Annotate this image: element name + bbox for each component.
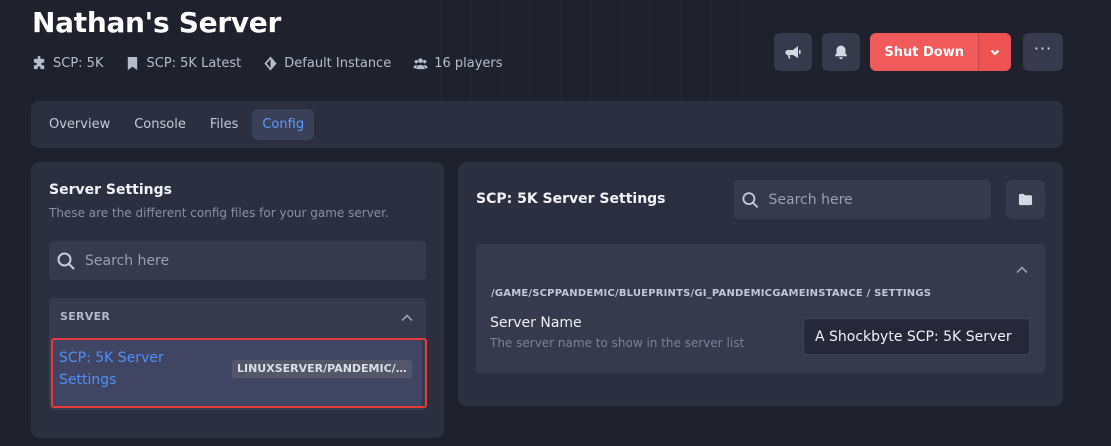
megaphone-icon [785, 46, 801, 59]
meta-game-label: SCP: 5K [53, 56, 104, 71]
bookmark-icon [128, 56, 138, 71]
server-title: Nathan's Server [32, 6, 281, 39]
server-name-input[interactable] [803, 318, 1030, 355]
config-group-server: SERVER SCP: 5K Server Settings LINUXSERV… [49, 298, 426, 410]
shutdown-dropdown-button[interactable] [978, 33, 1011, 71]
background-decoration [440, 0, 760, 100]
config-file-item[interactable]: SCP: 5K Server Settings LINUXSERVER/PAND… [53, 338, 422, 406]
config-file-label: SCP: 5K Server Settings [59, 350, 164, 388]
diamond-icon [264, 56, 277, 71]
folder-icon [1018, 193, 1033, 206]
group-header: SERVER [60, 310, 111, 323]
meta-version-label: SCP: 5K Latest [146, 56, 242, 71]
server-settings-panel: Server Settings These are the different … [31, 162, 444, 438]
tab-config[interactable]: Config [252, 109, 315, 140]
bell-icon [835, 45, 848, 60]
server-meta: SCP: 5K SCP: 5K Latest Default Instance … [32, 56, 503, 71]
search-icon [742, 191, 759, 208]
setting-name: Server Name [490, 315, 582, 331]
chevron-up-icon [1016, 266, 1028, 274]
shutdown-button[interactable]: Shut Down [870, 33, 978, 71]
top-actions: Shut Down ··· [774, 33, 1063, 71]
editor-title: SCP: 5K Server Settings [476, 191, 666, 207]
config-search [49, 241, 426, 280]
meta-players-label: 16 players [434, 56, 503, 71]
setting-description: The server name to show in the server li… [490, 336, 745, 350]
section-path: /GAME/SCPPANDEMIC/BLUEPRINTS/GI_PANDEMIC… [491, 288, 932, 299]
settings-section: /GAME/SCPPANDEMIC/BLUEPRINTS/GI_PANDEMIC… [476, 244, 1045, 373]
chevron-up-icon [401, 314, 413, 322]
tab-console[interactable]: Console [124, 109, 196, 140]
announcement-button[interactable] [774, 33, 813, 71]
meta-instance-label: Default Instance [284, 56, 392, 71]
notifications-button[interactable] [822, 33, 861, 71]
search-icon [57, 252, 75, 270]
puzzle-icon [33, 56, 45, 70]
settings-search-input[interactable] [766, 190, 991, 209]
group-collapse-toggle[interactable] [400, 310, 414, 324]
more-options-button[interactable]: ··· [1023, 33, 1063, 71]
panel-subtitle: These are the different config files for… [49, 206, 389, 220]
tab-files[interactable]: Files [200, 109, 249, 140]
open-folder-button[interactable] [1006, 180, 1045, 219]
tab-overview[interactable]: Overview [39, 109, 120, 140]
meta-version: SCP: 5K Latest [125, 56, 241, 71]
section-collapse-toggle[interactable] [1015, 262, 1029, 281]
meta-instance: Default Instance [263, 56, 391, 71]
config-search-input[interactable] [83, 251, 327, 270]
users-icon [413, 58, 428, 70]
chevron-down-icon [990, 49, 1000, 56]
panel-title: Server Settings [49, 182, 172, 198]
config-file-path-badge: LINUXSERVER/PANDEMIC/... [232, 360, 412, 378]
meta-players: 16 players [413, 56, 503, 71]
settings-search [734, 180, 991, 219]
meta-game: SCP: 5K [32, 56, 103, 71]
shutdown-button-group: Shut Down [870, 33, 1011, 71]
config-editor-panel: SCP: 5K Server Settings /GAME/SCPPANDEMI… [458, 162, 1063, 406]
ellipsis-icon: ··· [1033, 39, 1053, 58]
tab-bar: Overview Console Files Config [31, 101, 1063, 148]
